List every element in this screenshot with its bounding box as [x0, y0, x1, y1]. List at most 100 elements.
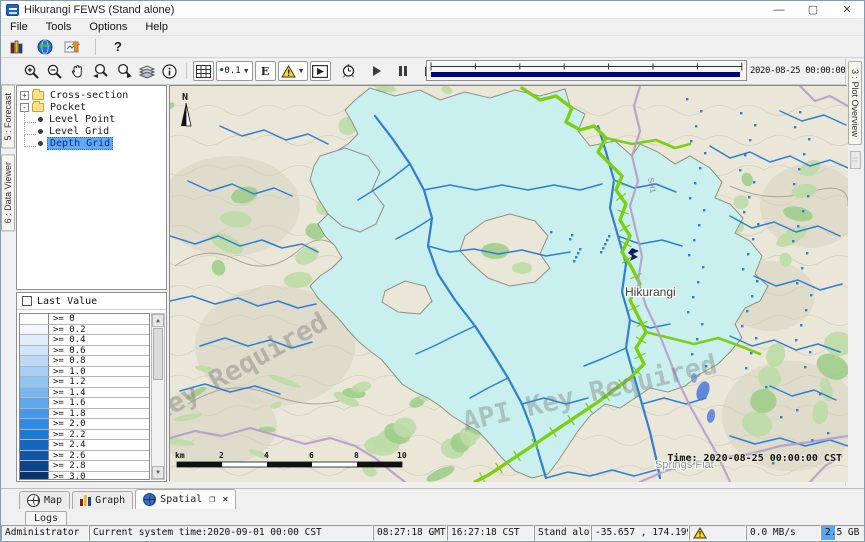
legend-row[interactable]: >= 0.6 — [20, 346, 149, 357]
legend-row[interactable]: >= 0 — [20, 314, 149, 325]
tab-plot-overview[interactable]: 3 : Plot Overview — [848, 61, 862, 145]
tab-6-data-viewer[interactable]: 6 : Data Viewer — [1, 154, 15, 231]
chart-bars-icon — [80, 495, 91, 506]
legend-color-swatch — [20, 430, 49, 440]
legend-value-label: >= 2.8 — [49, 461, 86, 471]
tree-item-label: Depth Grid — [47, 137, 113, 150]
legend-row[interactable]: >= 1.2 — [20, 377, 149, 388]
status-gmt-time: 08:27:18 GMT — [373, 525, 447, 541]
maximize-button[interactable]: ▢ — [796, 1, 830, 18]
window-title: Hikurangi FEWS (Stand alone) — [24, 4, 174, 16]
map-canvas[interactable]: API Key Required API Key Required Hikura… — [170, 86, 848, 482]
svg-text:N: N — [182, 92, 188, 103]
layers-icon[interactable] — [136, 61, 157, 81]
status-warning — [689, 525, 746, 541]
last-value-row[interactable]: Last Value — [17, 293, 166, 310]
zoom-out-icon[interactable] — [44, 61, 65, 81]
legend-value-label: >= 1.4 — [49, 388, 86, 398]
tab-spatial[interactable]: Spatial❐✕ — [135, 489, 236, 509]
zoom-previous-icon[interactable] — [90, 61, 111, 81]
tree-item-depth-grid[interactable]: Depth Grid — [20, 137, 166, 149]
menu-item-options[interactable]: Options — [80, 20, 136, 34]
thresholds-dropdown[interactable]: ▼ — [278, 61, 308, 81]
maximize-pane-icon[interactable]: ❐ — [209, 494, 215, 505]
legend-row[interactable]: >= 1.0 — [20, 367, 149, 378]
legend-row[interactable]: >= 2.4 — [20, 440, 149, 451]
folder-icon — [32, 91, 44, 100]
legend-row[interactable]: >= 2.0 — [20, 419, 149, 430]
toolbar-separator — [186, 63, 187, 79]
legend-table: >= 0>= 0.2>= 0.4>= 0.6>= 0.8>= 1.0>= 1.2… — [19, 313, 150, 480]
tree-toggle-icon[interactable]: + — [20, 91, 29, 100]
info-icon[interactable] — [159, 61, 180, 81]
minimize-button[interactable]: — — [762, 1, 796, 18]
grid-icon[interactable] — [193, 61, 214, 81]
tree-item-level-point[interactable]: Level Point — [20, 113, 166, 125]
tree-item-cross-section[interactable]: + Cross-section — [20, 89, 166, 101]
legend-row[interactable]: >= 2.6 — [20, 451, 149, 462]
legend-row[interactable]: >= 2.2 — [20, 430, 149, 441]
status-user: Administrator — [1, 525, 89, 541]
pause-button[interactable] — [393, 61, 414, 81]
leaf-bullet-icon — [38, 129, 43, 134]
chevron-down-icon: ▼ — [243, 68, 250, 75]
legend-value-label: >= 0.4 — [49, 335, 86, 345]
legend-value-label: >= 1.6 — [49, 398, 86, 408]
close-button[interactable]: ✕ — [830, 1, 864, 18]
class-break-dropdown[interactable]: •0.1▼ — [216, 61, 253, 81]
legend-row[interactable]: >= 0.2 — [20, 325, 149, 336]
legend-row[interactable]: >= 0.4 — [20, 335, 149, 346]
zoom-in-icon[interactable] — [21, 61, 42, 81]
legend-row[interactable]: >= 3.0 — [20, 472, 149, 481]
tab-graph[interactable]: Graph — [72, 491, 133, 509]
tree-item-label: Level Point — [47, 114, 117, 125]
zoom-next-icon[interactable] — [113, 61, 134, 81]
play-button[interactable] — [367, 61, 388, 81]
export-chart-icon[interactable] — [63, 38, 83, 56]
tree-item-pocket[interactable]: -Pocket — [20, 101, 166, 113]
last-value-checkbox[interactable] — [22, 296, 32, 306]
animation-settings-icon[interactable] — [338, 61, 359, 81]
menu-item-file[interactable]: File — [1, 20, 37, 34]
legend-scrollbar[interactable]: ▲ ▼ — [151, 313, 165, 480]
tab-label: Graph — [95, 495, 125, 506]
legend-color-swatch — [20, 419, 49, 429]
logs-tab[interactable]: Logs — [25, 511, 67, 526]
legend-color-swatch — [20, 451, 49, 461]
legend-row[interactable]: >= 2.8 — [20, 461, 149, 472]
time-slider[interactable] — [426, 60, 747, 81]
globe-icon[interactable] — [35, 38, 55, 56]
scroll-up-icon[interactable]: ▲ — [152, 314, 164, 327]
pan-icon[interactable] — [67, 61, 88, 81]
legend-row[interactable]: >= 1.8 — [20, 409, 149, 420]
chevron-down-icon: ▼ — [298, 68, 305, 75]
menu-item-help[interactable]: Help — [136, 20, 177, 34]
tree-connector — [24, 111, 36, 123]
tab-map[interactable]: Map — [19, 491, 70, 509]
legend-value-label: >= 1.0 — [49, 367, 86, 377]
scroll-thumb[interactable] — [153, 328, 163, 380]
legend-row[interactable]: >= 0.8 — [20, 356, 149, 367]
menu-item-tools[interactable]: Tools — [37, 20, 81, 34]
legend-row[interactable]: >= 1.4 — [20, 388, 149, 399]
map-time-label: Time: 2020-08-25 00:00:00 CST — [667, 452, 842, 464]
legend-color-swatch — [20, 377, 49, 387]
legend-color-swatch — [20, 472, 49, 481]
labels-toggle-button[interactable]: E — [255, 61, 276, 81]
tree-item-level-grid[interactable]: Level Grid — [20, 125, 166, 137]
explorer-icon[interactable] — [7, 38, 27, 56]
leaf-bullet-icon — [38, 141, 43, 146]
status-mode: Stand alone — [534, 525, 591, 541]
scroll-down-icon[interactable]: ▼ — [152, 466, 164, 479]
legend-row[interactable]: >= 1.6 — [20, 398, 149, 409]
tab-5-forecast[interactable]: 5 : Forecast — [1, 85, 15, 149]
legend-panel: Last Value >= 0>= 0.2>= 0.4>= 0.6>= 0.8>… — [16, 292, 167, 482]
movie-export-icon[interactable] — [310, 61, 331, 81]
svg-text:8: 8 — [354, 451, 359, 460]
last-value-label: Last Value — [37, 296, 97, 307]
close-pane-icon[interactable]: ✕ — [222, 494, 228, 505]
tree-item-label: Cross-section — [48, 90, 130, 101]
panel-grip[interactable]: ∷ — [850, 151, 861, 169]
legend-value-label: >= 0.2 — [49, 325, 86, 335]
help-icon[interactable]: ? — [108, 38, 128, 56]
